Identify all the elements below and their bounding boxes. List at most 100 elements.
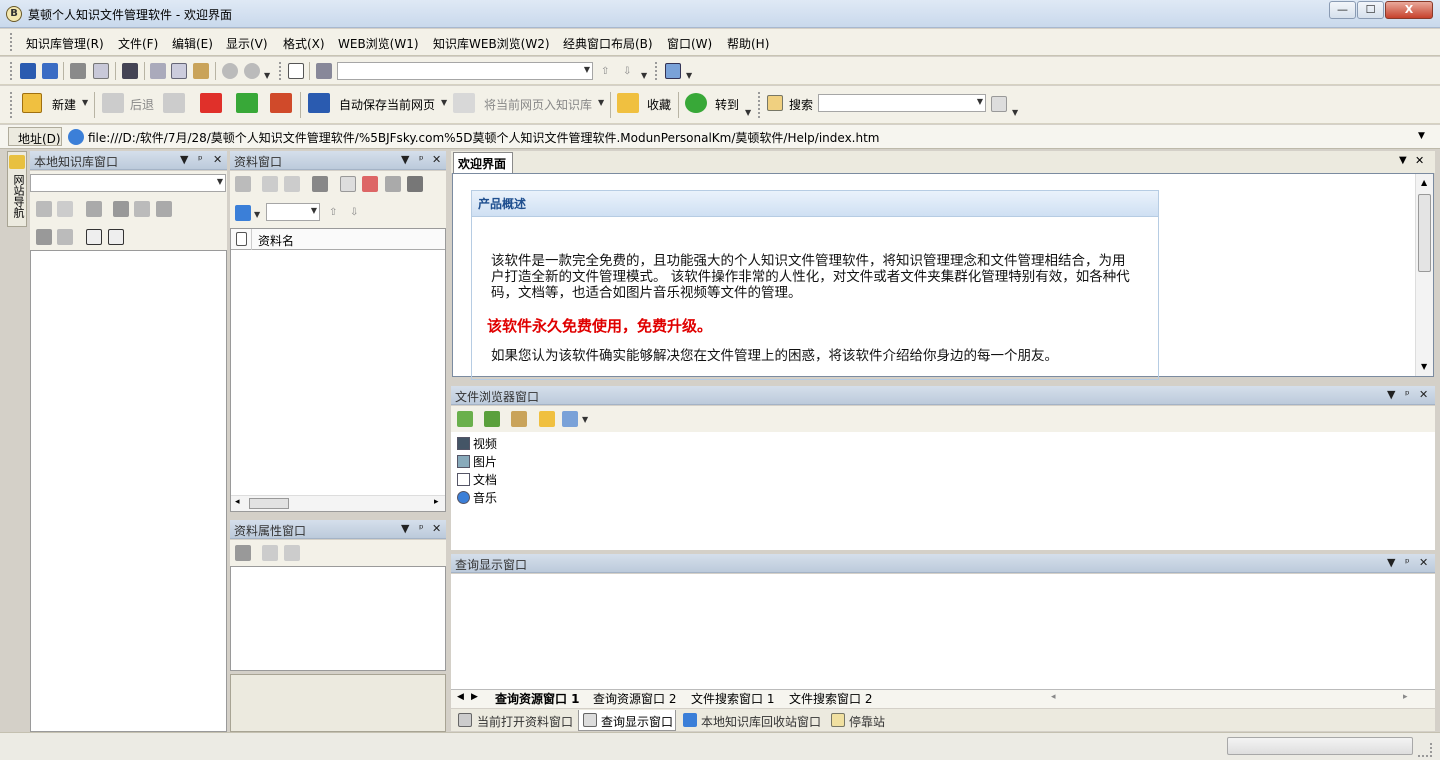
pane-menu-icon[interactable]: ▼	[401, 153, 409, 166]
scroll-up-icon[interactable]: ▲	[1421, 178, 1427, 187]
window-layout-icon[interactable]	[665, 63, 681, 79]
move-down-icon[interactable]: ⇩	[350, 207, 358, 218]
open-resource-icon[interactable]	[312, 176, 328, 192]
web-url-combo[interactable]: ▼	[337, 62, 593, 80]
paste-icon[interactable]	[193, 63, 209, 79]
refresh-icon[interactable]	[236, 93, 258, 113]
filter-select[interactable]: ▼	[266, 203, 320, 221]
new-resource-icon[interactable]	[235, 176, 251, 192]
add-icon[interactable]	[262, 545, 278, 561]
toolbar-overflow-icon[interactable]: ▼	[686, 71, 692, 80]
tab-scroll-right-icon[interactable]: ▶	[471, 692, 478, 702]
dock-tab-dock-station[interactable]: 停靠站	[849, 713, 885, 731]
pane-close-icon[interactable]: ✕	[432, 522, 441, 535]
query-results-area[interactable]	[451, 574, 1435, 689]
tab-scroll-left-icon[interactable]: ◀	[457, 692, 464, 702]
copy-icon[interactable]	[171, 63, 187, 79]
move-down-icon[interactable]: ⇩	[623, 66, 631, 77]
pane-menu-icon[interactable]: ▼	[1387, 388, 1395, 401]
search-input[interactable]: ▼	[818, 94, 986, 112]
kb-delete-icon[interactable]	[36, 229, 52, 245]
props-grid[interactable]	[230, 566, 446, 671]
toolbar-overflow-icon[interactable]: ▼	[641, 71, 647, 80]
menu-edit[interactable]: 编辑(E)	[172, 35, 213, 52]
find-icon[interactable]	[122, 63, 138, 79]
kb-cut-icon[interactable]	[113, 201, 129, 217]
close-button[interactable]: X	[1385, 1, 1433, 19]
pane-close-icon[interactable]: ✕	[432, 153, 441, 166]
edit2-resource-icon[interactable]	[284, 176, 300, 192]
goto-button[interactable]: 转到	[715, 96, 739, 113]
toolbar-overflow-icon[interactable]: ▼	[1012, 108, 1018, 117]
pin-icon[interactable]: ᵖ	[1405, 556, 1410, 569]
menu-web-browse[interactable]: WEB浏览(W1)	[338, 35, 419, 52]
view-mode-icon[interactable]	[562, 411, 578, 427]
redo-dropdown-icon[interactable]: ▼	[264, 71, 270, 80]
kb-search-icon[interactable]	[57, 201, 73, 217]
pane-close-icon[interactable]: ✕	[213, 153, 222, 166]
search-button[interactable]: 搜索	[789, 96, 813, 113]
hscroll-right-icon[interactable]: ▸	[1403, 692, 1408, 702]
tab-welcome[interactable]: 欢迎界面	[453, 152, 513, 173]
menu-help[interactable]: 帮助(H)	[727, 35, 769, 52]
save-icon[interactable]	[20, 63, 36, 79]
back-arrow-icon[interactable]	[102, 93, 124, 113]
arrow-down-icon[interactable]	[108, 229, 124, 245]
toolbar-grip[interactable]	[279, 62, 283, 80]
move-up-icon[interactable]: ⇧	[329, 207, 337, 218]
tree-item-documents[interactable]: 文档	[457, 471, 497, 488]
menu-knowledge-base[interactable]: 知识库管理(R)	[26, 35, 104, 52]
side-tab-web-navigation[interactable]: 网站导航	[7, 151, 27, 227]
remove-icon[interactable]	[284, 545, 300, 561]
pin-icon[interactable]: ᵖ	[419, 522, 424, 535]
tab-query-resource-2[interactable]: 查询资源窗口 2	[593, 690, 676, 706]
toolbar-grip[interactable]	[10, 62, 14, 80]
menu-grip[interactable]	[10, 33, 14, 51]
home-icon[interactable]	[288, 63, 304, 79]
favorites-folder-icon[interactable]	[617, 93, 639, 113]
pin-icon[interactable]: ᵖ	[198, 153, 203, 166]
new-icon[interactable]	[22, 93, 42, 113]
minimize-button[interactable]: —	[1329, 1, 1356, 19]
toolbar-overflow-icon[interactable]: ▼	[745, 108, 751, 117]
autosave-button[interactable]: 自动保存当前网页	[339, 96, 435, 113]
go-icon[interactable]	[685, 93, 707, 113]
tab-file-search-1[interactable]: 文件搜索窗口 1	[691, 690, 774, 706]
autosave-dropdown-icon[interactable]: ▼	[441, 98, 447, 107]
hscroll-left-icon[interactable]: ◂	[1051, 692, 1056, 702]
forward-arrow-icon[interactable]	[163, 93, 185, 113]
autosave-icon[interactable]	[308, 93, 330, 113]
close-icon[interactable]	[407, 176, 423, 192]
chevron-down-icon[interactable]: ▼	[584, 65, 590, 74]
toolbar-grip[interactable]	[758, 92, 762, 118]
pane-menu-icon[interactable]: ▼	[1387, 556, 1395, 569]
resize-grip-icon[interactable]	[1418, 743, 1432, 757]
menu-window[interactable]: 窗口(W)	[667, 35, 712, 52]
tree-item-pictures[interactable]: 图片	[457, 453, 497, 470]
menu-format[interactable]: 格式(X)	[283, 35, 325, 52]
import-page-button[interactable]: 将当前网页入知识库	[484, 96, 592, 113]
move-up-icon[interactable]: ⇧	[601, 66, 609, 77]
menu-kb-web-browse[interactable]: 知识库WEB浏览(W2)	[433, 35, 550, 52]
address-input[interactable]: file:///D:/软件/7月/28/莫顿个人知识文件管理软件/%5BJFsk…	[88, 129, 880, 146]
column-resource-name[interactable]: 资料名	[258, 232, 294, 249]
scroll-left-icon[interactable]: ◂	[235, 497, 240, 507]
search-icon[interactable]	[767, 95, 783, 111]
chevron-down-icon[interactable]: ▼	[977, 97, 983, 106]
scroll-right-icon[interactable]: ▸	[434, 497, 439, 507]
refresh-icon[interactable]	[484, 411, 500, 427]
dock-tab-open-resources[interactable]: 当前打开资料窗口	[477, 713, 573, 731]
file-tree[interactable]	[451, 432, 1435, 550]
tab-file-search-2[interactable]: 文件搜索窗口 2	[789, 690, 872, 706]
import-dropdown-icon[interactable]: ▼	[598, 98, 604, 107]
brush-icon[interactable]	[316, 63, 332, 79]
filter-icon[interactable]	[235, 205, 251, 221]
delete-resource-icon[interactable]	[362, 176, 378, 192]
menu-view[interactable]: 显示(V)	[226, 35, 268, 52]
clipboard-icon[interactable]	[340, 176, 356, 192]
chevron-down-icon[interactable]: ▼	[311, 206, 317, 215]
back-button[interactable]: 后退	[130, 96, 154, 113]
undo-icon[interactable]	[222, 63, 238, 79]
arrow-up-icon[interactable]	[86, 229, 102, 245]
save-props-icon[interactable]	[235, 545, 251, 561]
